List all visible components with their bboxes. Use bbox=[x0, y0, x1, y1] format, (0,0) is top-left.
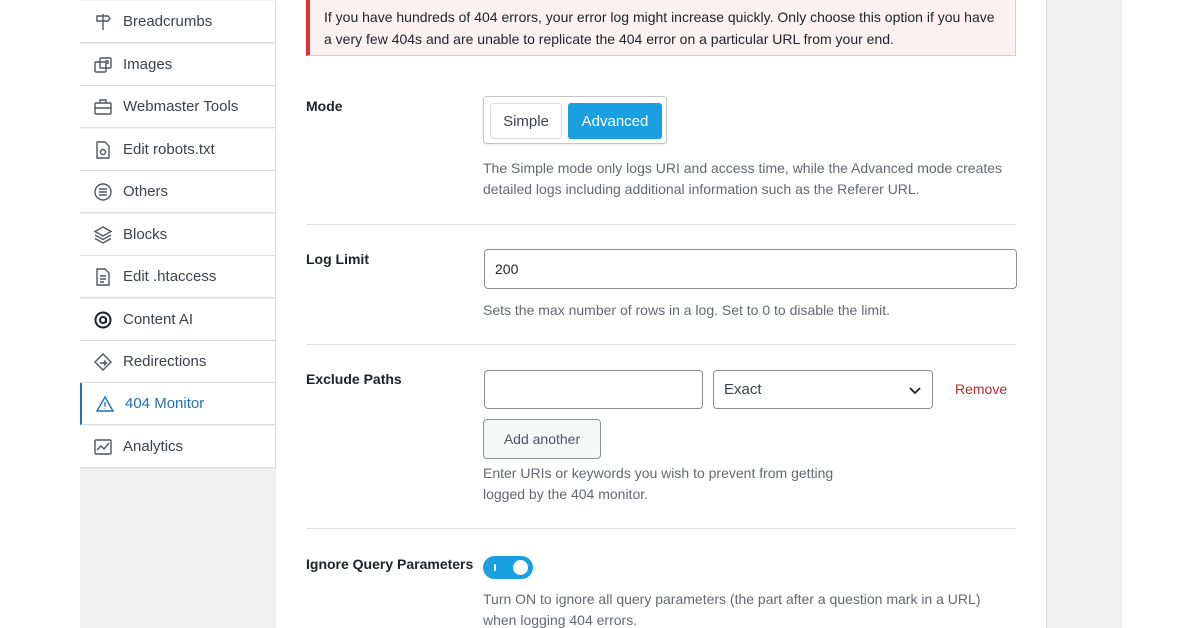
sidebar-item-analytics[interactable]: Analytics bbox=[80, 426, 276, 468]
sidebar-item-label: Edit .htaccess bbox=[123, 268, 217, 285]
settings-panel: If you have hundreds of 404 errors, your… bbox=[276, 0, 1046, 628]
sidebar-item-breadcrumbs[interactable]: Breadcrumbs bbox=[80, 1, 276, 43]
exclude-paths-label: Exclude Paths bbox=[306, 371, 402, 387]
sidebar-item-label: 404 Monitor bbox=[125, 395, 205, 412]
match-type-select[interactable]: Exact bbox=[713, 370, 933, 409]
sidebar-item-webmaster-tools[interactable]: Webmaster Tools bbox=[80, 86, 276, 128]
ignore-query-description-line1: Turn ON to ignore all query parameters (… bbox=[483, 591, 981, 607]
sidebar-item-label: Analytics bbox=[123, 438, 184, 455]
divider bbox=[306, 528, 1016, 529]
ignore-query-label: Ignore Query Parameters bbox=[306, 556, 474, 572]
blocks-icon bbox=[92, 224, 114, 246]
content-ai-icon bbox=[92, 309, 114, 331]
notice-text: If you have hundreds of 404 errors, your… bbox=[324, 9, 995, 47]
ignore-query-toggle[interactable] bbox=[483, 556, 533, 579]
log-limit-description: Sets the max number of rows in a log. Se… bbox=[483, 302, 890, 318]
sidebar-item-images[interactable]: Images bbox=[80, 44, 276, 86]
add-another-button[interactable]: Add another bbox=[483, 419, 601, 459]
sidebar-item-404-monitor[interactable]: 404 Monitor bbox=[80, 383, 276, 425]
signpost-icon bbox=[92, 11, 114, 33]
warning-notice: If you have hundreds of 404 errors, your… bbox=[306, 0, 1016, 56]
toggle-knob bbox=[513, 560, 528, 575]
sidebar-item-others[interactable]: Others bbox=[80, 171, 276, 213]
log-limit-input[interactable]: 200 bbox=[484, 249, 1017, 289]
sidebar-item-content-ai[interactable]: Content AI bbox=[80, 299, 276, 341]
sidebar-item-label: Breadcrumbs bbox=[123, 13, 213, 30]
exclude-paths-description-line1: Enter URIs or keywords you wish to preve… bbox=[483, 465, 834, 481]
analytics-icon bbox=[92, 436, 114, 458]
sidebar-item-redirections[interactable]: Redirections bbox=[80, 341, 276, 383]
ignore-query-description-line2: when logging 404 errors. bbox=[483, 612, 638, 628]
chevron-down-icon bbox=[909, 387, 921, 395]
list-circle-icon bbox=[92, 181, 114, 203]
warning-icon bbox=[94, 393, 116, 415]
sidebar-item-label: Webmaster Tools bbox=[123, 98, 239, 115]
mode-simple-button[interactable]: Simple bbox=[490, 103, 562, 139]
sidebar-item-label: Content AI bbox=[123, 311, 194, 328]
match-type-value: Exact bbox=[724, 381, 762, 398]
images-icon bbox=[92, 54, 114, 76]
sidebar-item-blocks[interactable]: Blocks bbox=[80, 214, 276, 256]
exclude-paths-description-line2: logged by the 404 monitor. bbox=[483, 486, 649, 502]
sidebar-item-label: Blocks bbox=[123, 226, 168, 243]
mode-description: The Simple mode only logs URI and access… bbox=[483, 160, 1003, 197]
divider bbox=[306, 224, 1016, 225]
mode-toggle-group: Simple Advanced bbox=[483, 96, 667, 144]
mode-label: Mode bbox=[306, 98, 343, 114]
redirect-icon bbox=[92, 351, 114, 373]
toggle-on-indicator bbox=[494, 564, 496, 571]
log-limit-label: Log Limit bbox=[306, 251, 369, 267]
exclude-path-input[interactable] bbox=[484, 370, 703, 409]
remove-path-link[interactable]: Remove bbox=[955, 381, 1007, 397]
mode-advanced-button[interactable]: Advanced bbox=[568, 103, 662, 139]
sidebar-item-edit-htaccess[interactable]: Edit .htaccess bbox=[80, 256, 276, 298]
sidebar-item-label: Edit robots.txt bbox=[123, 141, 215, 158]
divider bbox=[306, 344, 1016, 345]
sidebar-item-label: Images bbox=[123, 56, 173, 73]
toolbox-icon bbox=[92, 96, 114, 118]
sidebar-item-label: Others bbox=[123, 183, 169, 200]
right-panel-background bbox=[1046, 0, 1122, 628]
document-icon bbox=[92, 266, 114, 288]
file-icon bbox=[92, 139, 114, 161]
sidebar-item-edit-robots[interactable]: Edit robots.txt bbox=[80, 129, 276, 171]
sidebar-item-label: Redirections bbox=[123, 353, 207, 370]
